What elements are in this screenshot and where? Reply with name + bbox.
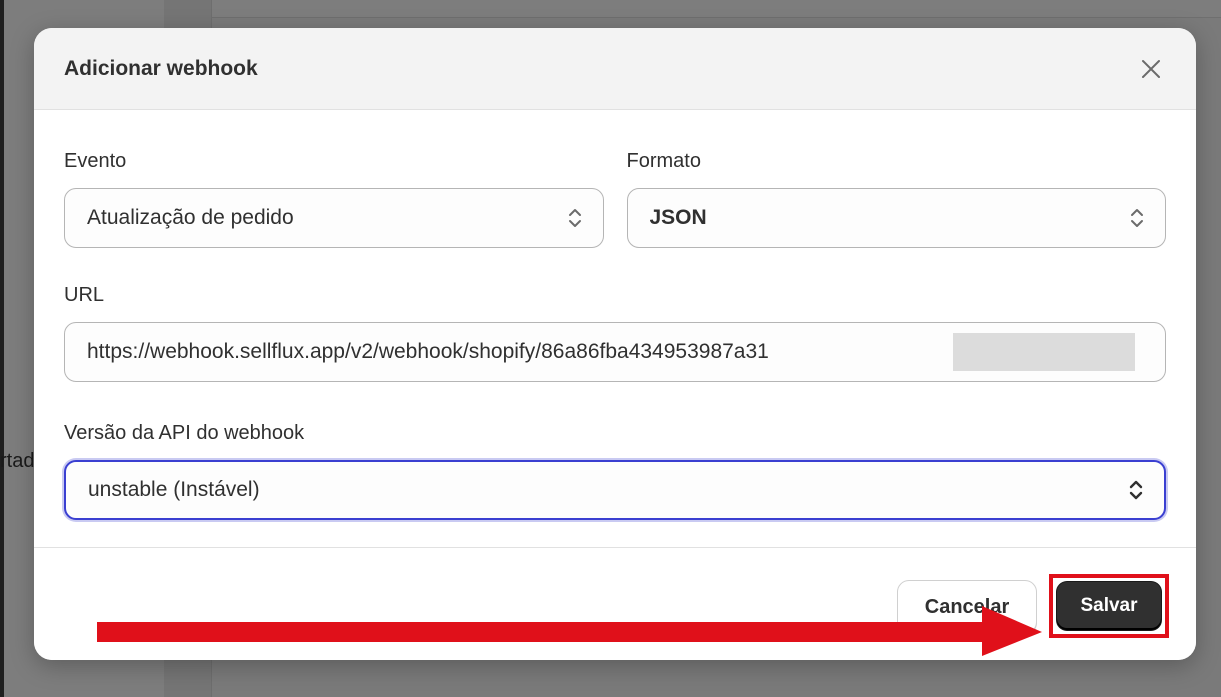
add-webhook-modal: Adicionar webhook Evento Atualização de …: [34, 28, 1196, 660]
event-format-row: Evento Atualização de pedido Formato JSO…: [64, 148, 1166, 248]
modal-footer: Cancelar Salvar: [34, 547, 1196, 660]
background-topbar: [212, 0, 1221, 18]
modal-title: Adicionar webhook: [64, 56, 258, 80]
format-select[interactable]: JSON: [626, 188, 1166, 248]
url-label: URL: [64, 284, 105, 306]
url-field: URL https://webhook.sellflux.app/v2/webh…: [64, 282, 1166, 382]
select-updown-icon: [1131, 209, 1143, 227]
event-select-value: Atualização de pedido: [87, 206, 294, 229]
close-button[interactable]: [1136, 54, 1166, 84]
event-select[interactable]: Atualização de pedido: [64, 188, 604, 248]
modal-body: Evento Atualização de pedido Formato JSO…: [34, 110, 1196, 520]
url-input[interactable]: https://webhook.sellflux.app/v2/webhook/…: [64, 322, 1166, 382]
format-label: Formato: [626, 150, 701, 172]
cancel-button[interactable]: Cancelar: [897, 580, 1037, 634]
format-field: Formato JSON: [626, 148, 1166, 248]
api-version-field: Versão da API do webhook unstable (Instá…: [64, 420, 1166, 520]
format-select-value: JSON: [649, 206, 707, 229]
background-peek-text: rtad: [0, 450, 34, 472]
select-updown-icon: [568, 209, 581, 227]
api-version-select-value: unstable (Instável): [88, 478, 260, 501]
redaction-block: [953, 333, 1135, 371]
select-updown-icon: [1129, 480, 1143, 500]
save-button[interactable]: Salvar: [1057, 582, 1161, 630]
modal-header: Adicionar webhook: [34, 28, 1196, 110]
event-field: Evento Atualização de pedido: [64, 148, 604, 248]
close-icon: [1142, 59, 1160, 78]
api-version-label: Versão da API do webhook: [64, 422, 305, 444]
api-version-select[interactable]: unstable (Instável): [64, 460, 1166, 520]
event-label: Evento: [64, 150, 127, 172]
url-input-value: https://webhook.sellflux.app/v2/webhook/…: [87, 340, 769, 363]
